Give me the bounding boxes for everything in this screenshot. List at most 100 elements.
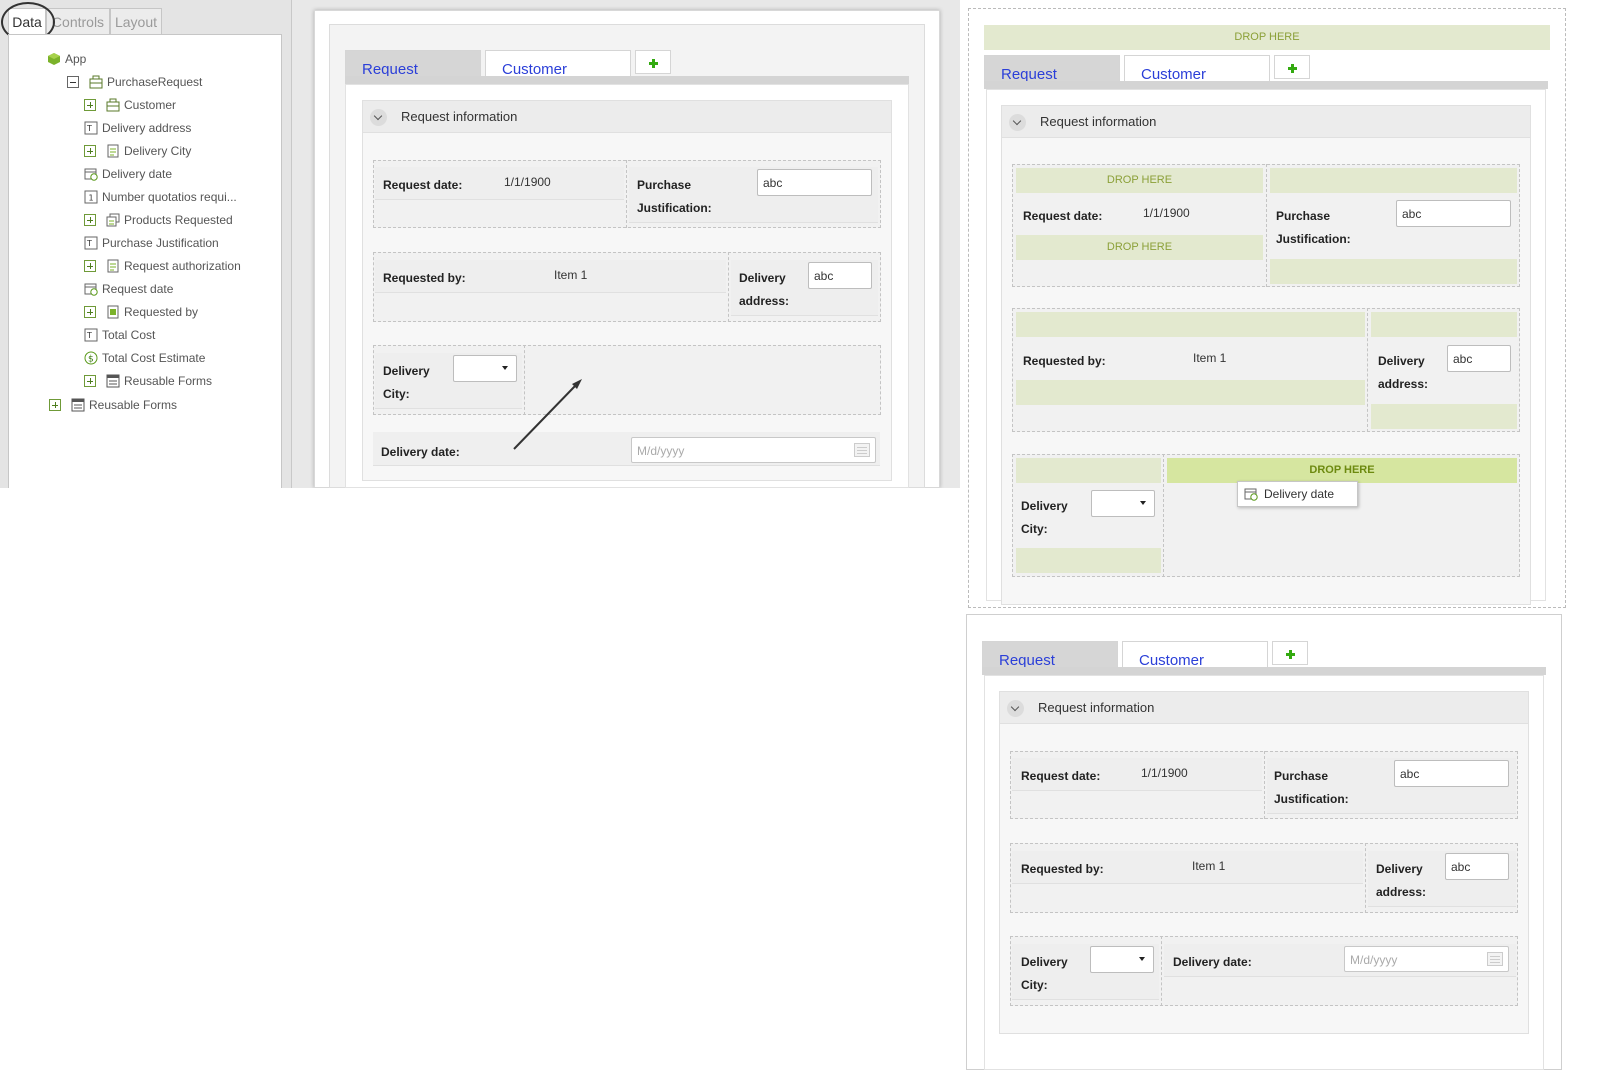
form-icon — [71, 398, 85, 412]
expand-icon[interactable] — [84, 145, 96, 157]
delivery-city-label-2: City: — [1021, 978, 1048, 992]
drop-zone-empty[interactable] — [1270, 168, 1517, 193]
delivery-address-input[interactable]: abc — [1447, 345, 1511, 372]
tree-item-requested-by[interactable]: Requested by — [84, 303, 198, 321]
purchase-justification-label: Purchase — [1276, 209, 1331, 223]
add-tab-icon[interactable] — [635, 50, 671, 74]
calendar-icon[interactable] — [1487, 952, 1503, 966]
drop-zone-empty[interactable] — [1016, 380, 1365, 405]
svg-text:T: T — [86, 331, 92, 340]
drop-zone-empty[interactable] — [1371, 312, 1517, 337]
delivery-date-input[interactable]: M/d/yyyy — [631, 437, 876, 463]
tree-item-delivery-address[interactable]: T Delivery address — [84, 119, 191, 137]
tree-item-total-cost-estimate[interactable]: $ Total Cost Estimate — [84, 349, 205, 367]
tree-item-request-date[interactable]: Request date — [84, 280, 173, 298]
tree-item-customer[interactable]: Customer — [84, 96, 176, 114]
drop-zone[interactable]: DROP HERE — [1016, 235, 1263, 260]
tab-controls[interactable]: Controls — [46, 8, 110, 34]
text-field-icon: T — [84, 236, 98, 250]
tree-item-reusable-forms[interactable]: Reusable Forms — [84, 372, 212, 390]
drop-zone[interactable]: DROP HERE — [1016, 168, 1263, 193]
purchase-justification-input[interactable]: abc — [1394, 760, 1509, 787]
tree-label: App — [65, 52, 87, 66]
svg-text:1: 1 — [89, 194, 94, 203]
delivery-address-label: Delivery — [1378, 354, 1425, 368]
chevron-down-icon[interactable] — [370, 109, 387, 126]
tree-label: Reusable Forms — [89, 398, 178, 412]
drop-zone-empty[interactable] — [1270, 259, 1517, 284]
tree-label: Request authorization — [124, 259, 241, 273]
calendar-icon[interactable] — [854, 443, 870, 457]
drag-ghost: Delivery date — [1237, 481, 1358, 507]
delivery-city-label-2: City: — [383, 387, 410, 401]
chevron-down-icon[interactable] — [1007, 700, 1024, 717]
add-tab-icon[interactable] — [1272, 641, 1308, 665]
delivery-address-label-2: address: — [1378, 377, 1429, 391]
delivery-address-input[interactable]: abc — [1445, 853, 1509, 880]
date-field-icon — [84, 283, 98, 296]
expand-icon[interactable] — [84, 214, 96, 226]
delivery-address-label-2: address: — [1376, 885, 1427, 899]
section-title: Request information — [1040, 114, 1157, 129]
date-field-icon — [84, 168, 98, 181]
form-icon — [106, 374, 120, 388]
tree-item-purchase-justification[interactable]: T Purchase Justification — [84, 234, 219, 252]
delivery-address-label: Delivery — [739, 271, 786, 285]
drop-zone-empty[interactable] — [1016, 458, 1161, 483]
tree-label: Delivery address — [102, 121, 192, 135]
request-date-label: Request date: — [383, 178, 463, 192]
expand-icon[interactable] — [84, 99, 96, 111]
purchase-justification-input[interactable]: abc — [757, 169, 872, 196]
tree-item-reusable-forms-root[interactable]: Reusable Forms — [49, 396, 177, 414]
tree-item-number-quotations[interactable]: 1 Number quotatios requi... — [84, 188, 237, 206]
collapse-icon[interactable] — [67, 76, 79, 88]
tab-underline — [982, 667, 1546, 675]
delivery-city-dropdown[interactable] — [453, 355, 517, 382]
section-title: Request information — [401, 109, 518, 124]
tree-label: Request date — [102, 282, 174, 296]
purchase-justification-input[interactable]: abc — [1396, 200, 1511, 227]
chevron-down-icon[interactable] — [1009, 114, 1026, 131]
tree-label: PurchaseRequest — [107, 75, 203, 89]
delivery-city-label: Delivery — [1021, 499, 1068, 513]
tree-item-total-cost[interactable]: T Total Cost — [84, 326, 155, 344]
requested-by-label: Requested by: — [1023, 354, 1106, 368]
list-field-icon — [107, 144, 119, 158]
drop-zone-active[interactable]: DROP HERE — [1167, 458, 1517, 483]
add-tab-icon[interactable] — [1274, 55, 1310, 79]
drop-zone-top[interactable]: DROP HERE — [984, 25, 1550, 50]
delivery-address-input[interactable]: abc — [808, 262, 872, 289]
section-header[interactable]: Request information — [1002, 106, 1530, 138]
expand-icon[interactable] — [49, 399, 61, 411]
delivery-city-dropdown[interactable] — [1090, 946, 1154, 973]
tree-item-delivery-city[interactable]: Delivery City — [84, 142, 191, 160]
drag-arrow-icon — [513, 379, 582, 450]
drop-zone-empty[interactable] — [1016, 548, 1161, 573]
tree-item-app[interactable]: App — [47, 50, 86, 68]
purchase-justification-label: Purchase — [637, 178, 692, 192]
expand-icon[interactable] — [84, 306, 96, 318]
delivery-city-label: Delivery — [1021, 955, 1068, 969]
expand-icon[interactable] — [84, 260, 96, 272]
user-field-icon — [107, 305, 119, 319]
tree-item-purchaserequest[interactable]: PurchaseRequest — [67, 73, 202, 91]
delivery-date-input[interactable]: M/d/yyyy — [1344, 946, 1509, 972]
tree-item-products-requested[interactable]: Products Requested — [84, 211, 233, 229]
request-date-label: Request date: — [1021, 769, 1101, 783]
entity-icon — [106, 98, 120, 112]
section-header[interactable]: Request information — [363, 101, 891, 133]
date-placeholder: M/d/yyyy — [637, 444, 685, 458]
tree-item-request-authorization[interactable]: Request authorization — [84, 257, 241, 275]
expand-icon[interactable] — [84, 375, 96, 387]
tab-layout[interactable]: Layout — [110, 8, 162, 34]
tree-label: Total Cost Estimate — [102, 351, 206, 365]
requested-by-label: Requested by: — [383, 271, 466, 285]
section-header[interactable]: Request information — [1000, 692, 1528, 724]
drop-zone-empty[interactable] — [1371, 404, 1517, 429]
drop-zone-empty[interactable] — [1016, 312, 1365, 337]
delivery-city-label: Delivery — [383, 364, 430, 378]
tree-item-delivery-date[interactable]: Delivery date — [84, 165, 172, 183]
request-date-value: 1/1/1900 — [504, 175, 551, 189]
purchase-justification-label: Purchase — [1274, 769, 1329, 783]
delivery-city-dropdown[interactable] — [1091, 490, 1155, 517]
